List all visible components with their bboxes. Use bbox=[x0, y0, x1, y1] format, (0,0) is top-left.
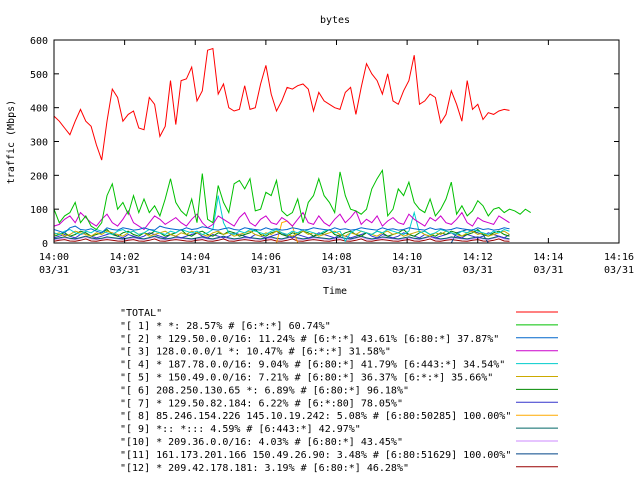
y-tick-label: 200 bbox=[30, 171, 48, 182]
y-tick-label: 300 bbox=[30, 138, 48, 149]
legend-label-3: "[ 3] 128.0.0.0/1 *: 10.47% # [6:*:*] 31… bbox=[120, 347, 391, 358]
legend-label-4: "[ 4] * 187.78.0.0/16: 9.04% # [6:80:*] … bbox=[120, 360, 505, 371]
x-tick-time: 14:04 bbox=[180, 252, 210, 263]
legend-label-8: "[ 8] 85.246.154.226 145.10.19.242: 5.08… bbox=[120, 411, 511, 422]
chart-title: bytes bbox=[320, 15, 350, 26]
axis-ticks: 0 100 200 300 400 500 600 14:00 03/31 14:02 03/31 1… bbox=[30, 36, 634, 276]
x-tick-time: 14:00 bbox=[39, 252, 69, 263]
series-line-3 bbox=[53, 209, 510, 231]
x-tick-date: 03/31 bbox=[110, 265, 140, 276]
x-tick-time: 14:02 bbox=[110, 252, 140, 263]
plot-lines bbox=[53, 47, 531, 244]
legend-label-2: "[ 2] * 129.50.0.0/16: 11.24% # [6:*:*] … bbox=[120, 334, 499, 345]
y-axis-label: traffic (Mbps) bbox=[6, 100, 17, 184]
y-tick-label: 400 bbox=[30, 104, 48, 115]
legend-label-7: "[ 7] * 129.50.82.184: 6.22% # [6:*:80] … bbox=[120, 398, 403, 409]
x-tick-date: 03/31 bbox=[180, 265, 210, 276]
legend-label-9: "[ 9] *:: *::: 4.59% # [6:443:*] 42.97%" bbox=[120, 424, 361, 435]
series-line-1 bbox=[53, 168, 531, 231]
y-tick-label: 100 bbox=[30, 205, 48, 216]
legend-label-12: "[12] * 209.42.178.181: 3.19% # [6:80:*]… bbox=[120, 463, 409, 474]
x-tick-time: 14:16 bbox=[604, 252, 634, 263]
y-tick-label: 600 bbox=[30, 36, 48, 47]
series-line-0 bbox=[53, 47, 510, 161]
legend-label-11: "[11] 161.173.201.166 150.49.26.90: 3.48… bbox=[120, 450, 511, 461]
x-tick-date: 03/31 bbox=[604, 265, 634, 276]
x-tick-date: 03/31 bbox=[321, 265, 351, 276]
traffic-chart: bytes traffic (Mbps) Time 0 100 200 300 400 5… bbox=[6, 15, 634, 474]
x-tick-time: 14:10 bbox=[392, 252, 422, 263]
legend-label-10: "[10] * 209.36.0.0/16: 4.03% # [6:80:*] … bbox=[120, 437, 403, 448]
y-tick-label: 0 bbox=[42, 239, 48, 250]
x-tick-time: 14:14 bbox=[533, 252, 563, 263]
legend: "TOTAL" "[ 1] * *: 28.57% # [6:*:*] 60.74… bbox=[120, 308, 558, 474]
legend-label-0: "TOTAL" bbox=[120, 308, 162, 319]
x-tick-date: 03/31 bbox=[533, 265, 563, 276]
legend-label-6: "[ 6] 208.250.130.65 *: 6.89% # [6:80:*]… bbox=[120, 385, 409, 396]
x-tick-date: 03/31 bbox=[251, 265, 281, 276]
x-tick-date: 03/31 bbox=[392, 265, 422, 276]
legend-label-5: "[ 5] * 150.49.0.0/16: 7.21% # [6:80:*] … bbox=[120, 373, 493, 384]
x-tick-time: 14:08 bbox=[321, 252, 351, 263]
x-tick-time: 14:12 bbox=[463, 252, 493, 263]
y-tick-label: 500 bbox=[30, 70, 48, 81]
x-tick-date: 03/31 bbox=[463, 265, 493, 276]
legend-label-1: "[ 1] * *: 28.57% # [6:*:*] 60.74%" bbox=[120, 321, 331, 332]
x-tick-date: 03/31 bbox=[39, 265, 69, 276]
x-tick-time: 14:06 bbox=[251, 252, 281, 263]
x-axis-label: Time bbox=[323, 286, 347, 297]
